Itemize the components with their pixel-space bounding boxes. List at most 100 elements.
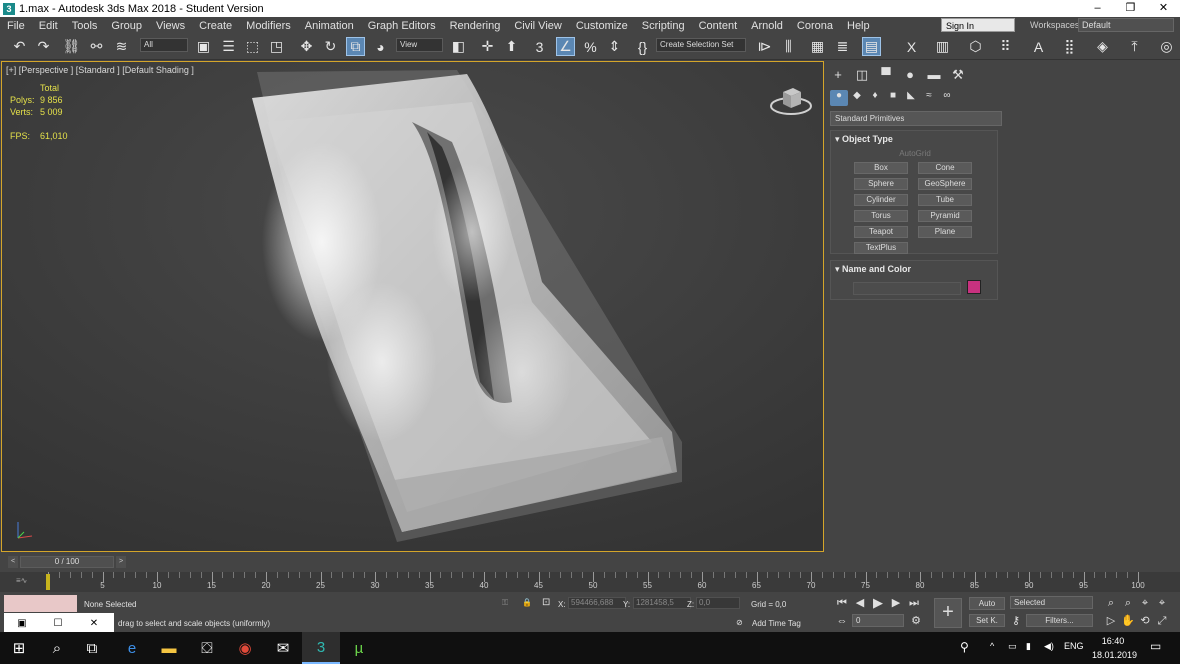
goto-end-icon[interactable]: ⏭ — [907, 596, 921, 610]
motion-tab-icon[interactable]: ● — [898, 67, 922, 85]
cameras-icon[interactable]: ■ — [884, 90, 902, 106]
sphere-button[interactable]: Sphere — [854, 178, 908, 190]
track-bar[interactable]: ≡∿ 5 10 15 20 25 30 35 40 45 50 55 60 65 70 75 80 85 90 95… — [0, 572, 1180, 592]
menu-tools[interactable]: Tools — [65, 20, 105, 32]
torus-button[interactable]: Torus — [854, 210, 908, 222]
restore-button[interactable]: ❐ — [1114, 0, 1147, 17]
systems-icon[interactable]: ∞ — [938, 90, 956, 106]
menu-group[interactable]: Group — [104, 20, 149, 32]
current-frame-field[interactable]: 0 — [852, 614, 904, 627]
pyramid-button[interactable]: Pyramid — [918, 210, 972, 222]
play-icon[interactable]: ▶ — [871, 596, 885, 610]
key-mode-toggle-icon[interactable]: ⇔ — [835, 614, 849, 628]
menu-graph-editors[interactable]: Graph Editors — [361, 20, 443, 32]
time-configuration-icon[interactable]: ⚙ — [909, 614, 923, 628]
minimize-button[interactable]: – — [1081, 0, 1114, 17]
file-explorer-icon[interactable]: ▬ — [150, 632, 188, 664]
next-frame-icon[interactable]: ▶ — [889, 596, 903, 610]
isolate-selection-icon[interactable]: ⚿ — [502, 598, 508, 608]
schematic-view-icon[interactable]: ▥ — [933, 37, 952, 56]
playhead[interactable] — [46, 574, 50, 590]
thumbnail-close-icon[interactable]: ✕ — [76, 618, 112, 629]
x-coordinate-field[interactable]: 594466,688 — [568, 597, 626, 609]
auto-key-button[interactable]: Auto — [969, 597, 1005, 610]
menu-modifiers[interactable]: Modifiers — [239, 20, 298, 32]
keyboard-shortcut-override-icon[interactable]: ⬆ — [502, 37, 521, 56]
mail-icon[interactable]: ✉ — [264, 632, 302, 664]
previous-frame-icon[interactable]: ◀ — [853, 596, 867, 610]
perspective-viewport[interactable]: [+] [Perspective ] [Standard ] [Default … — [1, 61, 824, 552]
absolute-mode-icon[interactable]: ⊡ — [542, 597, 550, 608]
chrome-icon[interactable]: ◉ — [226, 632, 264, 664]
zoom-extents-icon[interactable]: ⌖ — [1138, 596, 1152, 610]
volume-icon[interactable]: ◀) — [1044, 641, 1054, 652]
goto-start-icon[interactable]: ⏮ — [835, 596, 849, 610]
toggle-layer-explorer-icon[interactable]: ≣ — [833, 37, 852, 56]
display-tab-icon[interactable]: ▬ — [922, 67, 946, 85]
menu-scripting[interactable]: Scripting — [635, 20, 692, 32]
render-setup-icon[interactable]: ⠿ — [996, 37, 1015, 56]
network-icon[interactable]: ▭ — [1008, 641, 1017, 652]
a360-gallery-icon[interactable]: ◎ — [1157, 37, 1176, 56]
geometry-icon[interactable]: ● — [830, 90, 848, 106]
rect-selection-icon[interactable]: ⬚ — [243, 37, 262, 56]
material-editor-icon[interactable]: ⬡ — [966, 37, 985, 56]
render-iterative-icon[interactable]: ◈ — [1093, 37, 1112, 56]
modify-tab-icon[interactable]: ◫ — [850, 67, 874, 85]
battery-icon[interactable]: ▮ — [1026, 641, 1031, 652]
named-selection-set-dropdown[interactable]: Create Selection Set — [656, 38, 746, 52]
zoom-icon[interactable]: ⌕ — [1104, 596, 1118, 610]
workspace-select[interactable]: Default — [1078, 18, 1174, 32]
teapot-button[interactable]: Teapot — [854, 226, 908, 238]
name-and-color-header[interactable]: ▾ Name and Color — [831, 261, 997, 277]
menu-animation[interactable]: Animation — [298, 20, 361, 32]
people-icon[interactable]: ⚲ — [960, 640, 969, 654]
field-of-view-icon[interactable]: ▷ — [1104, 614, 1118, 628]
select-by-name-icon[interactable]: ☰ — [219, 37, 238, 56]
task-view-icon[interactable]: ⧉ — [73, 632, 111, 664]
edge-browser-icon[interactable]: e — [113, 632, 151, 664]
close-button[interactable]: ✕ — [1147, 0, 1180, 17]
move-icon[interactable]: ✥ — [297, 37, 316, 56]
key-mode-dropdown[interactable]: Selected — [1010, 596, 1093, 609]
thumbnail-maximize-icon[interactable]: ☐ — [40, 618, 76, 629]
curve-editor-icon[interactable]: X — [902, 37, 921, 56]
object-name-field[interactable] — [853, 282, 961, 295]
clock-time[interactable]: 16:40 — [1101, 636, 1125, 646]
render-production-icon[interactable]: ⣿ — [1060, 37, 1079, 56]
menu-rendering[interactable]: Rendering — [443, 20, 508, 32]
percent-snap-icon[interactable]: % — [581, 37, 600, 56]
orbit-icon[interactable]: ⟲ — [1138, 614, 1152, 628]
edit-named-selection-icon[interactable]: {} — [633, 37, 652, 56]
search-icon[interactable]: ⌕ — [38, 632, 76, 664]
menu-create[interactable]: Create — [192, 20, 239, 32]
spinner-snap-icon[interactable]: ⇕ — [605, 37, 624, 56]
action-center-icon[interactable]: ▭ — [1150, 639, 1161, 653]
mirror-icon[interactable]: ⧐ — [755, 37, 774, 56]
shapes-icon[interactable]: ◆ — [848, 90, 866, 106]
app-icon[interactable]: 3 — [3, 2, 15, 15]
menu-views[interactable]: Views — [149, 20, 192, 32]
angle-snap-icon[interactable]: ∠ — [556, 37, 575, 56]
placement-icon[interactable]: ◕ — [371, 37, 390, 56]
menu-customize[interactable]: Customize — [569, 20, 635, 32]
y-coordinate-field[interactable]: 1281458,5 — [633, 597, 691, 609]
pivot-center-icon[interactable]: ◧ — [449, 37, 468, 56]
selection-filter-dropdown[interactable]: All — [140, 38, 188, 52]
track-bar-menu-icon[interactable]: ≡∿ — [16, 576, 27, 585]
render-in-cloud-icon[interactable]: ⤒ — [1125, 37, 1144, 56]
tray-expand-icon[interactable]: ^ — [990, 641, 994, 651]
select-object-icon[interactable]: ▣ — [194, 37, 213, 56]
maxscript-listener[interactable] — [4, 595, 77, 612]
utilities-tab-icon[interactable]: ⚒ — [946, 67, 970, 85]
language-indicator[interactable]: ENG — [1064, 641, 1084, 651]
set-key-button[interactable]: Set K. — [969, 614, 1005, 627]
set-key-plus-button[interactable]: + — [934, 598, 962, 628]
menu-arnold[interactable]: Arnold — [744, 20, 790, 32]
lights-icon[interactable]: ♦ — [866, 90, 884, 106]
autogrid-checkbox[interactable]: AutoGrid — [831, 149, 999, 158]
object-color-swatch[interactable] — [967, 280, 981, 294]
scene-object-curved-plane[interactable] — [2, 62, 824, 552]
unlink-icon[interactable]: ⚯ — [87, 37, 106, 56]
windows-start-icon[interactable]: ⊞ — [0, 632, 38, 664]
